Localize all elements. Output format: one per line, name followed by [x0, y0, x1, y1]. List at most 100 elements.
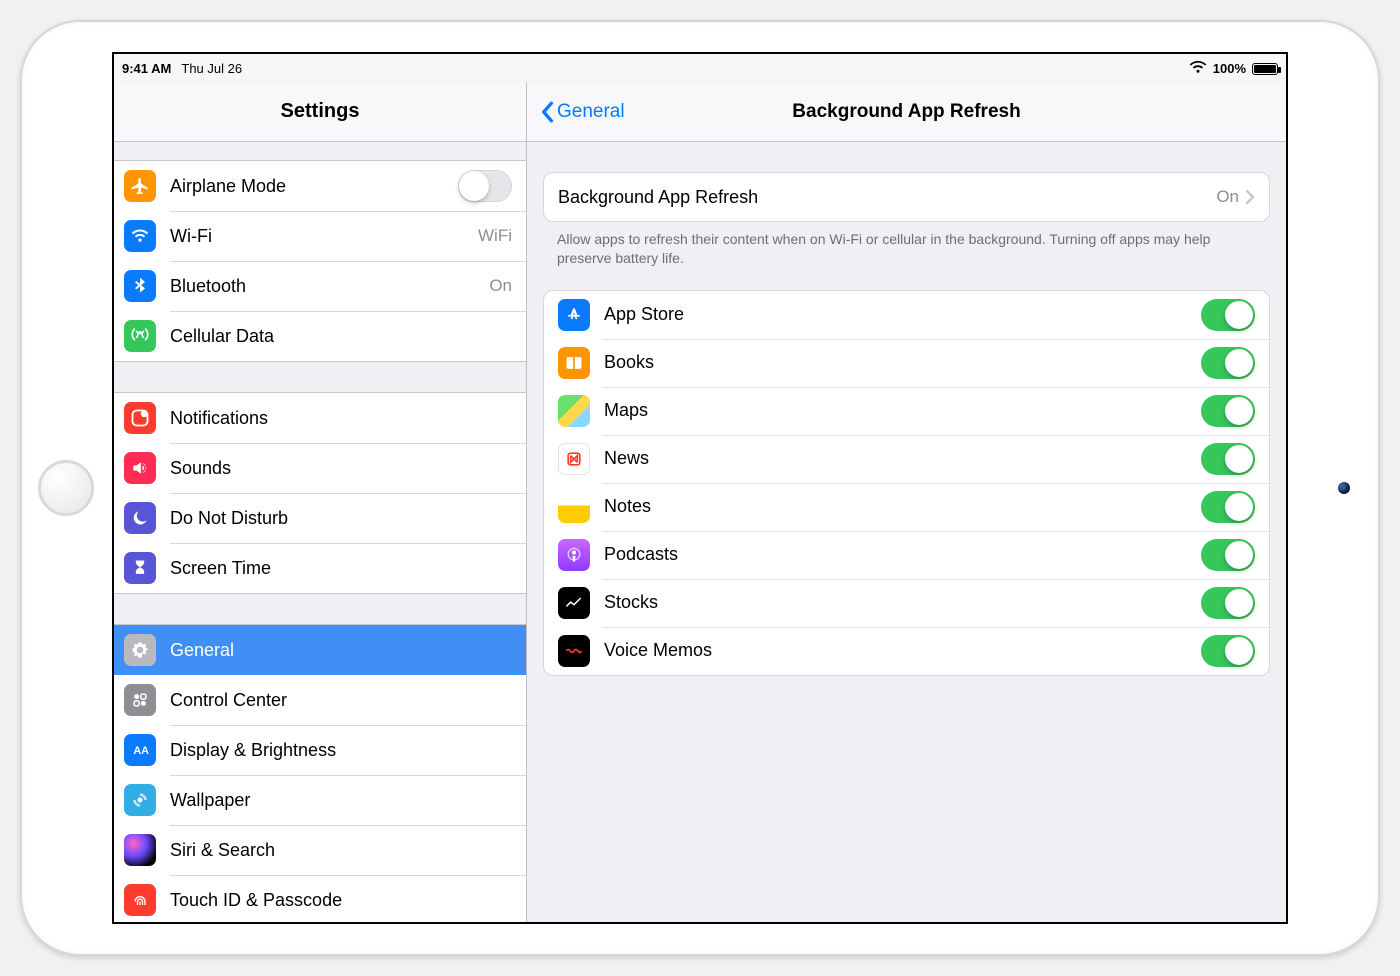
sidebar-item-label: General: [170, 640, 234, 661]
detail-header: General Background App Refresh: [527, 82, 1286, 142]
notes-icon: [558, 491, 590, 523]
cellular-icon: [124, 320, 156, 352]
control-center-icon: [124, 684, 156, 716]
front-camera: [1338, 482, 1350, 494]
battery-icon: [1252, 63, 1278, 75]
bluetooth-value: On: [489, 276, 512, 296]
sidebar-item-screentime[interactable]: Screen Time: [114, 543, 526, 593]
app-label: News: [604, 448, 649, 469]
sidebar-item-label: Cellular Data: [170, 326, 274, 347]
sidebar-item-sounds[interactable]: Sounds: [114, 443, 526, 493]
detail-pane: General Background App Refresh Backgroun…: [527, 82, 1286, 922]
notifications-icon: [124, 402, 156, 434]
master-card: Background App Refresh On: [543, 172, 1270, 222]
sidebar-item-general[interactable]: General: [114, 625, 526, 675]
wifi-value: WiFi: [478, 226, 512, 246]
wifi-icon: [124, 220, 156, 252]
sidebar-item-wallpaper[interactable]: Wallpaper: [114, 775, 526, 825]
moon-icon: [124, 502, 156, 534]
app-row-notes: Notes: [544, 483, 1269, 531]
maps-icon: [558, 395, 590, 427]
app-toggle-stocks[interactable]: [1201, 587, 1255, 619]
sidebar-item-control-center[interactable]: Control Center: [114, 675, 526, 725]
sidebar-item-label: Screen Time: [170, 558, 271, 579]
gear-icon: [124, 634, 156, 666]
chevron-left-icon: [539, 101, 555, 123]
wallpaper-icon: [124, 784, 156, 816]
app-toggle-books[interactable]: [1201, 347, 1255, 379]
sidebar-item-label: Airplane Mode: [170, 176, 286, 197]
app-label: Books: [604, 352, 654, 373]
sidebar-item-dnd[interactable]: Do Not Disturb: [114, 493, 526, 543]
hourglass-icon: [124, 552, 156, 584]
sounds-icon: [124, 452, 156, 484]
news-icon: [558, 443, 590, 475]
airplane-icon: [124, 170, 156, 202]
sidebar-item-label: Control Center: [170, 690, 287, 711]
sidebar-item-siri[interactable]: Siri & Search: [114, 825, 526, 875]
sidebar-item-bluetooth[interactable]: Bluetooth On: [114, 261, 526, 311]
sidebar-item-label: Bluetooth: [170, 276, 246, 297]
sidebar-item-label: Do Not Disturb: [170, 508, 288, 529]
sidebar-item-cellular[interactable]: Cellular Data: [114, 311, 526, 361]
chevron-right-icon: [1245, 189, 1255, 205]
sidebar-title: Settings: [114, 82, 526, 142]
sidebar-item-label: Sounds: [170, 458, 231, 479]
sidebar-item-touchid[interactable]: Touch ID & Passcode: [114, 875, 526, 922]
sidebar-group-connectivity: Airplane Mode Wi-Fi WiFi: [114, 160, 526, 362]
app-toggle-podcasts[interactable]: [1201, 539, 1255, 571]
podcasts-icon: [558, 539, 590, 571]
sidebar-item-wifi[interactable]: Wi-Fi WiFi: [114, 211, 526, 261]
app-toggle-appstore[interactable]: [1201, 299, 1255, 331]
app-label: App Store: [604, 304, 684, 325]
app-label: Notes: [604, 496, 651, 517]
app-label: Podcasts: [604, 544, 678, 565]
app-toggle-maps[interactable]: [1201, 395, 1255, 427]
settings-sidebar: Settings Airplane Mode: [114, 82, 527, 922]
app-row-news: News: [544, 435, 1269, 483]
app-toggle-news[interactable]: [1201, 443, 1255, 475]
app-toggle-notes[interactable]: [1201, 491, 1255, 523]
bluetooth-icon: [124, 270, 156, 302]
detail-title: Background App Refresh: [527, 101, 1286, 123]
battery-percent: 100%: [1213, 61, 1246, 76]
app-label: Stocks: [604, 592, 658, 613]
status-date: Thu Jul 26: [181, 61, 242, 76]
master-value: On: [1216, 187, 1239, 207]
app-row-appstore: App Store: [544, 291, 1269, 339]
svg-text:AA: AA: [133, 745, 149, 757]
siri-icon: [124, 834, 156, 866]
sidebar-item-display[interactable]: AA Display & Brightness: [114, 725, 526, 775]
master-label: Background App Refresh: [558, 187, 758, 208]
stocks-icon: [558, 587, 590, 619]
back-label: General: [557, 101, 625, 123]
master-footer: Allow apps to refresh their content when…: [543, 222, 1270, 268]
apps-card: App Store Books Maps: [543, 290, 1270, 676]
airplane-toggle[interactable]: [458, 170, 512, 202]
app-label: Maps: [604, 400, 648, 421]
sidebar-item-label: Notifications: [170, 408, 268, 429]
fingerprint-icon: [124, 884, 156, 916]
device-frame: 9:41 AM Thu Jul 26 100% Settings: [20, 20, 1380, 956]
sidebar-item-label: Wallpaper: [170, 790, 250, 811]
sidebar-item-notifications[interactable]: Notifications: [114, 393, 526, 443]
sidebar-item-airplane[interactable]: Airplane Mode: [114, 161, 526, 211]
sidebar-item-label: Display & Brightness: [170, 740, 336, 761]
home-button[interactable]: [38, 460, 94, 516]
app-row-stocks: Stocks: [544, 579, 1269, 627]
wifi-icon: [1189, 60, 1207, 77]
status-bar: 9:41 AM Thu Jul 26 100%: [114, 54, 1286, 82]
status-time: 9:41 AM: [122, 61, 171, 76]
sidebar-item-label: Wi-Fi: [170, 226, 212, 247]
screen: 9:41 AM Thu Jul 26 100% Settings: [112, 52, 1288, 924]
sidebar-item-label: Touch ID & Passcode: [170, 890, 342, 911]
app-row-voicememos: Voice Memos: [544, 627, 1269, 675]
app-row-podcasts: Podcasts: [544, 531, 1269, 579]
app-toggle-voicememos[interactable]: [1201, 635, 1255, 667]
app-label: Voice Memos: [604, 640, 712, 661]
master-row[interactable]: Background App Refresh On: [544, 173, 1269, 221]
sidebar-group-device: General Control Center AA D: [114, 624, 526, 922]
books-icon: [558, 347, 590, 379]
back-button[interactable]: General: [539, 101, 625, 123]
appstore-icon: [558, 299, 590, 331]
